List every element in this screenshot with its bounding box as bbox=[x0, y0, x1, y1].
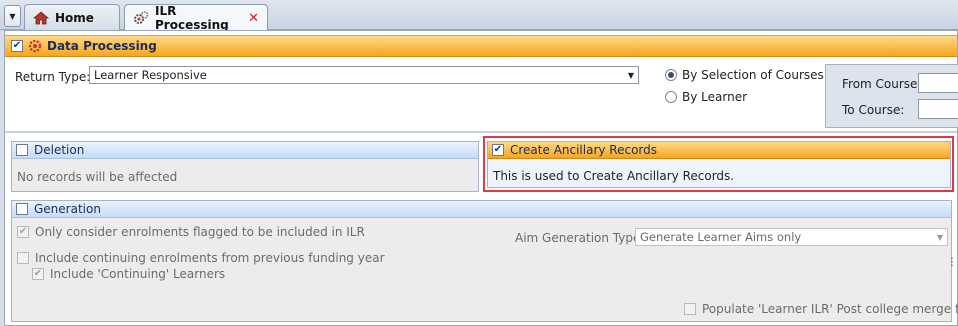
from-course-label: From Course: bbox=[842, 77, 922, 91]
radio-by-selection-label: By Selection of Courses bbox=[682, 68, 824, 82]
option-include-in-ilr-label: Only consider enrolments flagged to be i… bbox=[35, 225, 365, 239]
ancillary-header: ✔ Create Ancillary Records bbox=[488, 142, 950, 159]
section-separator bbox=[5, 131, 957, 133]
ancillary-panel: ✔ Create Ancillary Records This is used … bbox=[487, 141, 951, 188]
tab-home-label: Home bbox=[55, 11, 94, 25]
aim-generation-type-value: Generate Learner Aims only bbox=[640, 230, 802, 244]
return-type-label: Return Type: bbox=[15, 70, 91, 84]
tab-home[interactable]: Home bbox=[24, 4, 120, 31]
gears-icon bbox=[133, 10, 149, 26]
deletion-title: Deletion bbox=[34, 143, 85, 157]
tab-ilr-processing[interactable]: ILR Processing ✕ bbox=[124, 4, 268, 32]
ancillary-checkbox[interactable]: ✔ bbox=[492, 144, 504, 156]
option-continuing-enrolments-checkbox bbox=[17, 252, 29, 264]
data-processing-title: Data Processing bbox=[47, 39, 157, 53]
tab-strip: ▼ Home ILR Processing ✕ bbox=[0, 0, 958, 32]
splitter-grip-icon[interactable]: ⋮ bbox=[947, 257, 957, 268]
home-icon bbox=[33, 11, 49, 25]
option-populate-learner-ilr-checkbox bbox=[684, 303, 696, 315]
tab-ilr-processing-label: ILR Processing bbox=[155, 4, 229, 32]
course-range-box: From Course: To Course: bbox=[825, 64, 958, 128]
generation-header: Generation bbox=[12, 201, 951, 218]
generation-title: Generation bbox=[34, 202, 101, 216]
option-populate-learner-ilr-label: Populate 'Learner ILR' Post college merg… bbox=[702, 302, 958, 316]
generation-panel: Generation ✔ Only consider enrolments fl… bbox=[11, 200, 958, 322]
return-type-value: Learner Responsive bbox=[94, 68, 207, 82]
to-course-input[interactable] bbox=[918, 99, 958, 119]
option-include-in-ilr-checkbox: ✔ bbox=[17, 226, 29, 238]
radio-by-learner[interactable]: By Learner bbox=[665, 90, 747, 104]
chevron-down-icon: ▼ bbox=[627, 70, 634, 80]
deletion-message: No records will be affected bbox=[17, 170, 178, 184]
aim-generation-type-select[interactable]: Generate Learner Aims only ▼ bbox=[635, 228, 948, 246]
radio-by-selection-of-courses[interactable]: By Selection of Courses bbox=[665, 68, 824, 82]
aim-generation-type-label: Aim Generation Type: bbox=[515, 231, 645, 245]
deletion-header: Deletion bbox=[12, 142, 478, 159]
option-continuing-learners-checkbox: ✔ bbox=[32, 268, 44, 280]
option-populate-learner-ilr[interactable]: Populate 'Learner ILR' Post college merg… bbox=[684, 302, 958, 316]
ancillary-title: Create Ancillary Records bbox=[510, 143, 658, 157]
radio-dot-selected bbox=[665, 69, 677, 81]
radio-dot bbox=[665, 91, 677, 103]
option-continuing-learners-label: Include 'Continuing' Learners bbox=[50, 267, 226, 281]
from-course-input[interactable] bbox=[918, 73, 958, 93]
to-course-label: To Course: bbox=[842, 103, 905, 117]
option-continuing-learners[interactable]: ✔ Include 'Continuing' Learners bbox=[32, 267, 225, 281]
deletion-panel: Deletion No records will be affected bbox=[11, 141, 479, 192]
generation-checkbox[interactable] bbox=[16, 203, 28, 215]
data-processing-checkbox[interactable]: ✔ bbox=[11, 40, 23, 52]
return-type-select[interactable]: Learner Responsive ▼ bbox=[89, 66, 639, 84]
option-continuing-enrolments[interactable]: Include continuing enrolments from previ… bbox=[17, 251, 385, 265]
deletion-checkbox[interactable] bbox=[16, 144, 28, 156]
close-tab-icon[interactable]: ✕ bbox=[248, 11, 259, 26]
tab-list-dropdown-button[interactable]: ▼ bbox=[4, 5, 21, 27]
option-continuing-enrolments-label: Include continuing enrolments from previ… bbox=[35, 251, 385, 265]
option-include-in-ilr[interactable]: ✔ Only consider enrolments flagged to be… bbox=[17, 225, 365, 239]
data-processing-header: ✔ Data Processing bbox=[5, 35, 957, 57]
radio-by-learner-label: By Learner bbox=[682, 90, 748, 104]
chevron-down-icon: ▼ bbox=[936, 232, 943, 242]
gear-icon bbox=[27, 38, 43, 54]
ancillary-message: This is used to Create Ancillary Records… bbox=[493, 169, 735, 183]
ilr-processing-panel: ✔ Data Processing Return Type: Learner R… bbox=[4, 30, 958, 326]
